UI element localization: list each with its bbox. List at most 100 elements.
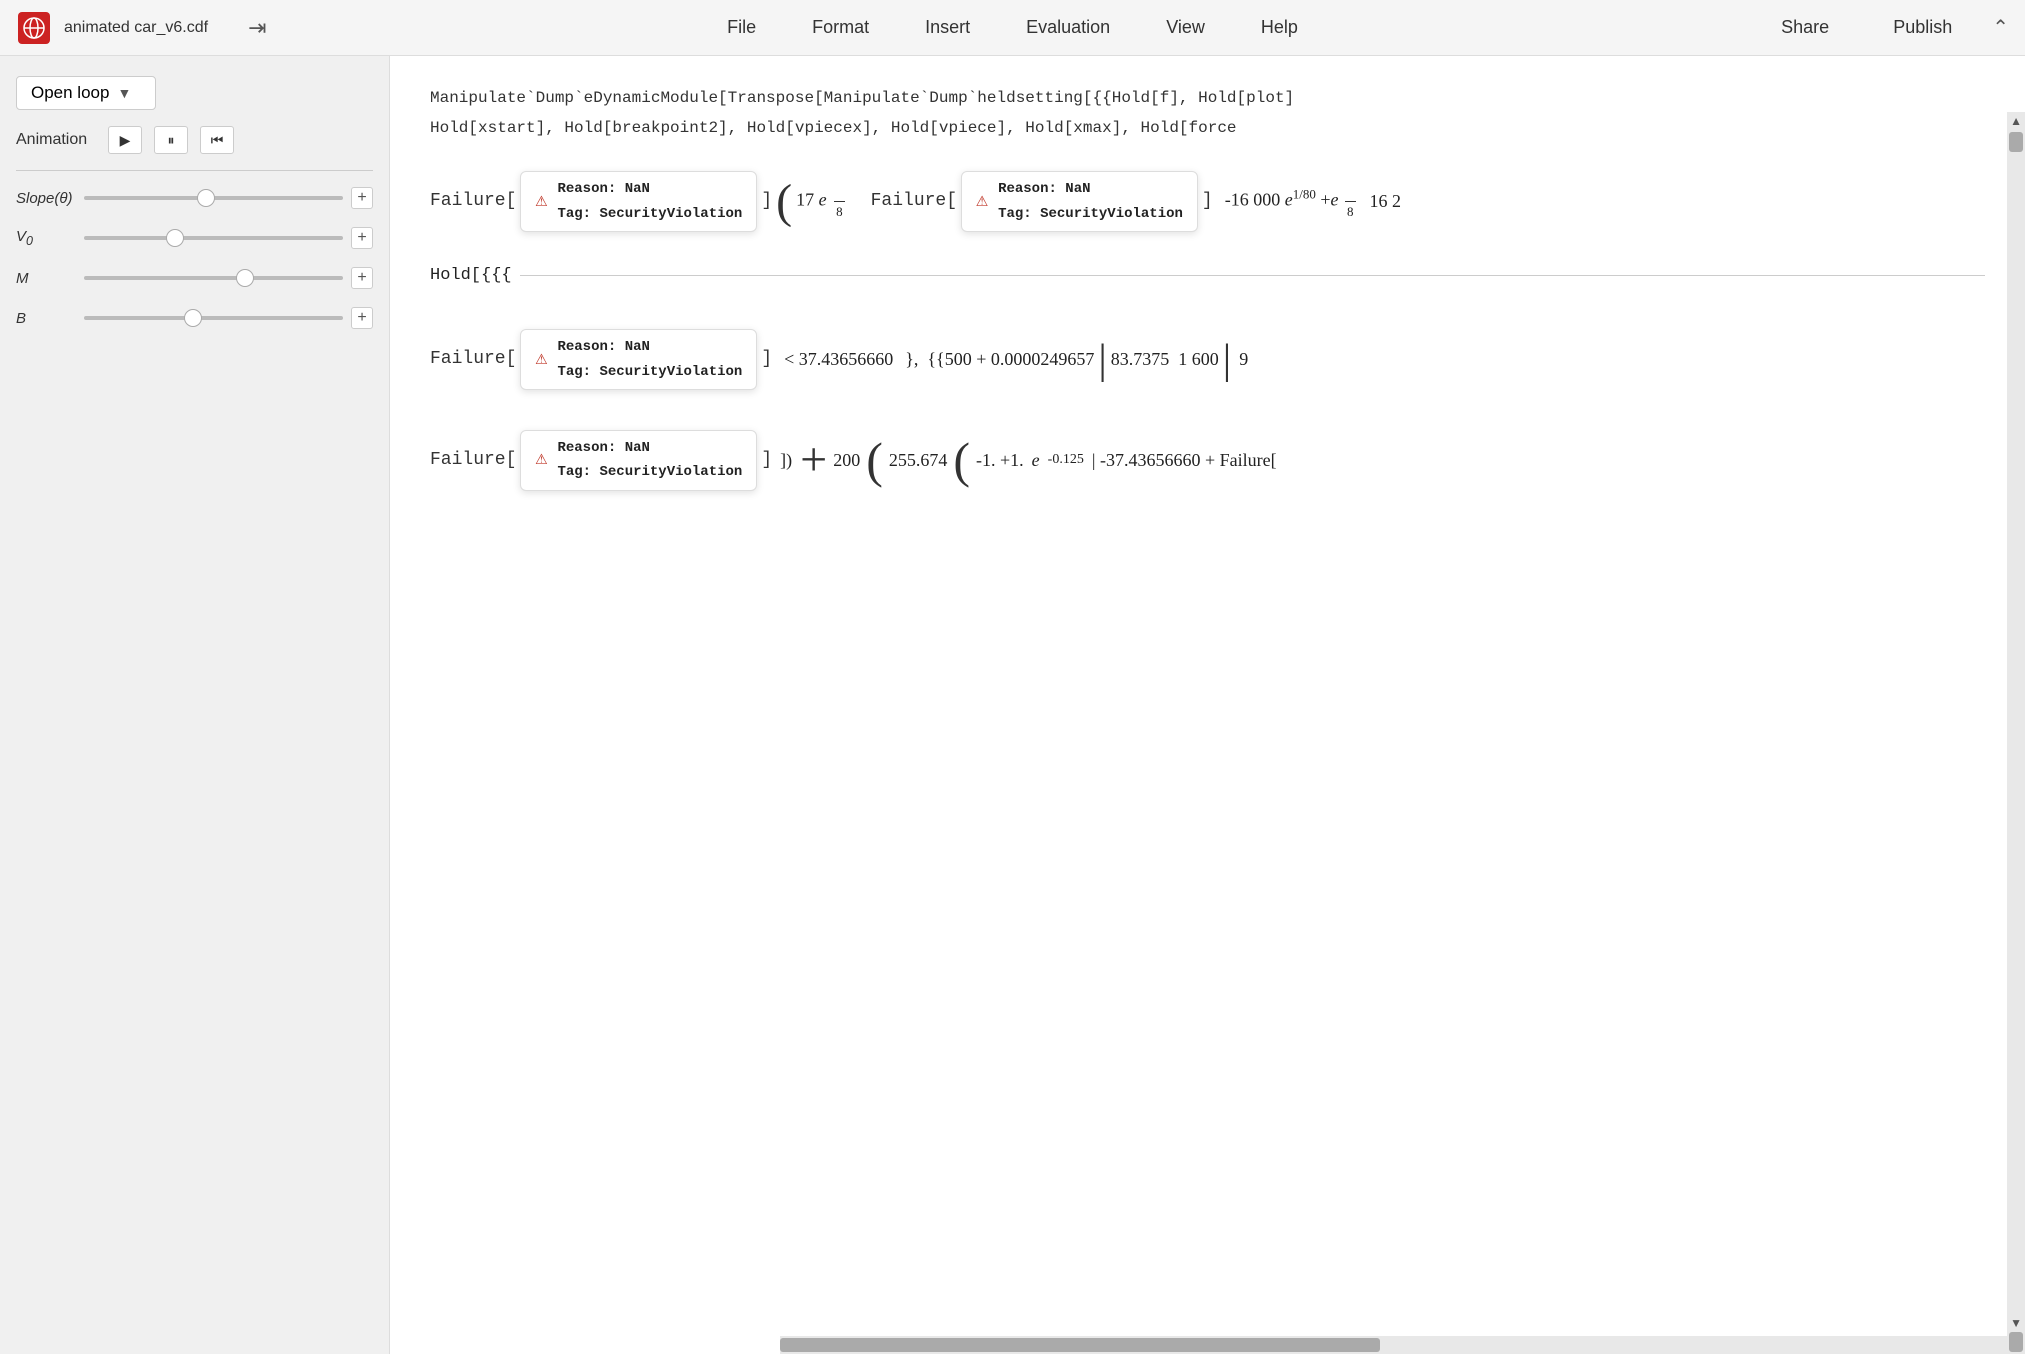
- open-loop-label: Open loop: [31, 83, 109, 103]
- extra-num-1: 9: [1239, 345, 1248, 374]
- warning-icon-1: ⚠: [535, 186, 547, 218]
- matrix-bracket-open-1: |: [1098, 339, 1106, 381]
- scrollbar-bottom[interactable]: [780, 1336, 2007, 1354]
- failure-bracket-2: ]: [1202, 187, 1213, 216]
- m-slider-row: M +: [16, 267, 373, 289]
- neg-comparison: | -37.43656660 + Failure[: [1092, 446, 1277, 475]
- v0-track[interactable]: [84, 236, 343, 240]
- scrollbar-thumb[interactable]: [2009, 132, 2023, 152]
- tag-label-1: Tag:: [557, 206, 599, 222]
- v0-plus[interactable]: +: [351, 227, 373, 249]
- tag-label-2: Tag:: [998, 206, 1040, 222]
- failure-prefix-4: Failure[: [430, 446, 516, 475]
- reason-label-4: Reason:: [557, 440, 624, 456]
- matrix-values: 83.7375 1 600: [1111, 345, 1219, 374]
- slope-track[interactable]: [84, 196, 343, 200]
- code-line-1: Manipulate`Dump`eDynamicModule[Transpose…: [430, 86, 1985, 112]
- failure-tooltip-4: ⚠ Reason: NaN Tag: SecurityViolation: [520, 430, 757, 491]
- nav-help[interactable]: Help: [1233, 9, 1326, 46]
- const-255674: 255.674: [889, 446, 948, 475]
- m-track[interactable]: [84, 276, 343, 280]
- tag-label-4: Tag:: [557, 464, 599, 480]
- m-plus[interactable]: +: [351, 267, 373, 289]
- nav-insert[interactable]: Insert: [897, 9, 998, 46]
- b-slider-row: B +: [16, 307, 373, 329]
- nav-view[interactable]: View: [1138, 9, 1233, 46]
- scrollbar-bottom-thumb[interactable]: [780, 1338, 1380, 1352]
- big-paren-open-3: (: [866, 435, 883, 485]
- b-track[interactable]: [84, 316, 343, 320]
- b-plus[interactable]: +: [351, 307, 373, 329]
- play-button[interactable]: ▶: [108, 126, 142, 154]
- scroll-down-arrow[interactable]: ▼: [2006, 1314, 2025, 1332]
- menubar: animated car_v6.cdf ⇥ File Format Insert…: [0, 0, 2025, 56]
- fraction-num-1: [834, 180, 845, 202]
- failure-tooltip-2: ⚠ Reason: NaN Tag: SecurityViolation: [961, 171, 1198, 232]
- collapse-icon[interactable]: ⌃: [1992, 15, 2009, 40]
- hold-text: Hold[{{{: [430, 262, 512, 289]
- math-16-2: 16 2: [1370, 187, 1402, 216]
- failure-prefix-3: Failure[: [430, 345, 516, 374]
- failure-tooltip-1: ⚠ Reason: NaN Tag: SecurityViolation: [520, 171, 757, 232]
- fraction-den-1: 8: [832, 202, 847, 223]
- scrollbar-right[interactable]: ▲ ▼: [2007, 112, 2025, 1354]
- math-section-2: Failure[ ⚠ Reason: NaN Tag: SecurityViol…: [430, 329, 1985, 390]
- main-nav: File Format Insert Evaluation View Help: [699, 9, 1326, 46]
- matrix-bracket-close-1: |: [1223, 339, 1231, 381]
- b-label: B: [16, 310, 76, 327]
- reason-value-1: NaN: [625, 181, 650, 197]
- bottom-bracket-close: ]): [780, 446, 792, 475]
- tag-value-1: SecurityViolation: [599, 206, 742, 222]
- menubar-right: Share Publish ⌃: [1757, 9, 2009, 46]
- animation-label: Animation: [16, 131, 96, 149]
- chevron-down-icon: ▼: [117, 85, 131, 101]
- sidebar-divider: [16, 170, 373, 171]
- animation-row: Animation ▶ ⏸ ⏮: [16, 126, 373, 154]
- v0-thumb[interactable]: [166, 229, 184, 247]
- reason-1: Reason: NaN: [557, 178, 742, 200]
- notebook-content: Manipulate`Dump`eDynamicModule[Transpose…: [390, 56, 2025, 551]
- scrollbar-thumb-bottom[interactable]: [2009, 1332, 2023, 1352]
- tooltip-text-4: Reason: NaN Tag: SecurityViolation: [557, 437, 742, 484]
- bottom-e: e: [1032, 446, 1040, 475]
- reset-button[interactable]: ⏮: [200, 126, 234, 154]
- warning-icon-4: ⚠: [535, 444, 547, 476]
- code-line-2: Hold[xstart], Hold[breakpoint2], Hold[vp…: [430, 116, 1985, 142]
- tag-value-3: SecurityViolation: [599, 364, 742, 380]
- nav-format[interactable]: Format: [784, 9, 897, 46]
- main-layout: Open loop ▼ Animation ▶ ⏸ ⏮ Slope(θ) +: [0, 56, 2025, 1354]
- scroll-up-arrow[interactable]: ▲: [2006, 112, 2025, 130]
- math-row-3: Failure[ ⚠ Reason: NaN Tag: SecurityViol…: [430, 430, 1985, 491]
- content-area[interactable]: ▲ ▼ Manipulate`Dump`eDynamicModule[Trans…: [390, 56, 2025, 1354]
- pause-icon: ⏸: [168, 132, 175, 149]
- nav-file[interactable]: File: [699, 9, 784, 46]
- reset-icon: ⏮: [211, 132, 224, 149]
- failure-bracket-1: ]: [761, 187, 772, 216]
- tag-1: Tag: SecurityViolation: [557, 203, 742, 225]
- nav-evaluation[interactable]: Evaluation: [998, 9, 1138, 46]
- m-thumb[interactable]: [236, 269, 254, 287]
- window-title: animated car_v6.cdf: [64, 19, 208, 37]
- open-loop-row: Open loop ▼: [16, 76, 373, 110]
- v0-slider-row: V0 +: [16, 227, 373, 249]
- slope-plus[interactable]: +: [351, 187, 373, 209]
- set-expr: }, {{500 + 0.0000249657: [905, 345, 1094, 374]
- warning-icon-3: ⚠: [535, 344, 547, 376]
- publish-button[interactable]: Publish: [1865, 9, 1980, 46]
- reason-label-3: Reason:: [557, 339, 624, 355]
- v0-label: V0: [16, 228, 76, 248]
- notebook-icon[interactable]: ⇥: [248, 15, 266, 41]
- reason-3: Reason: NaN: [557, 336, 742, 358]
- sidebar: Open loop ▼ Animation ▶ ⏸ ⏮ Slope(θ) +: [0, 56, 390, 1354]
- warning-icon-2: ⚠: [976, 186, 988, 218]
- tooltip-text-3: Reason: NaN Tag: SecurityViolation: [557, 336, 742, 383]
- pause-button[interactable]: ⏸: [154, 126, 188, 154]
- share-button[interactable]: Share: [1757, 9, 1853, 46]
- b-thumb[interactable]: [184, 309, 202, 327]
- fraction-num-2: [1345, 180, 1356, 202]
- tag-4: Tag: SecurityViolation: [557, 461, 742, 483]
- reason-value-4: NaN: [625, 440, 650, 456]
- open-loop-button[interactable]: Open loop ▼: [16, 76, 156, 110]
- slope-thumb[interactable]: [197, 189, 215, 207]
- big-paren-open-2: +: [800, 436, 827, 484]
